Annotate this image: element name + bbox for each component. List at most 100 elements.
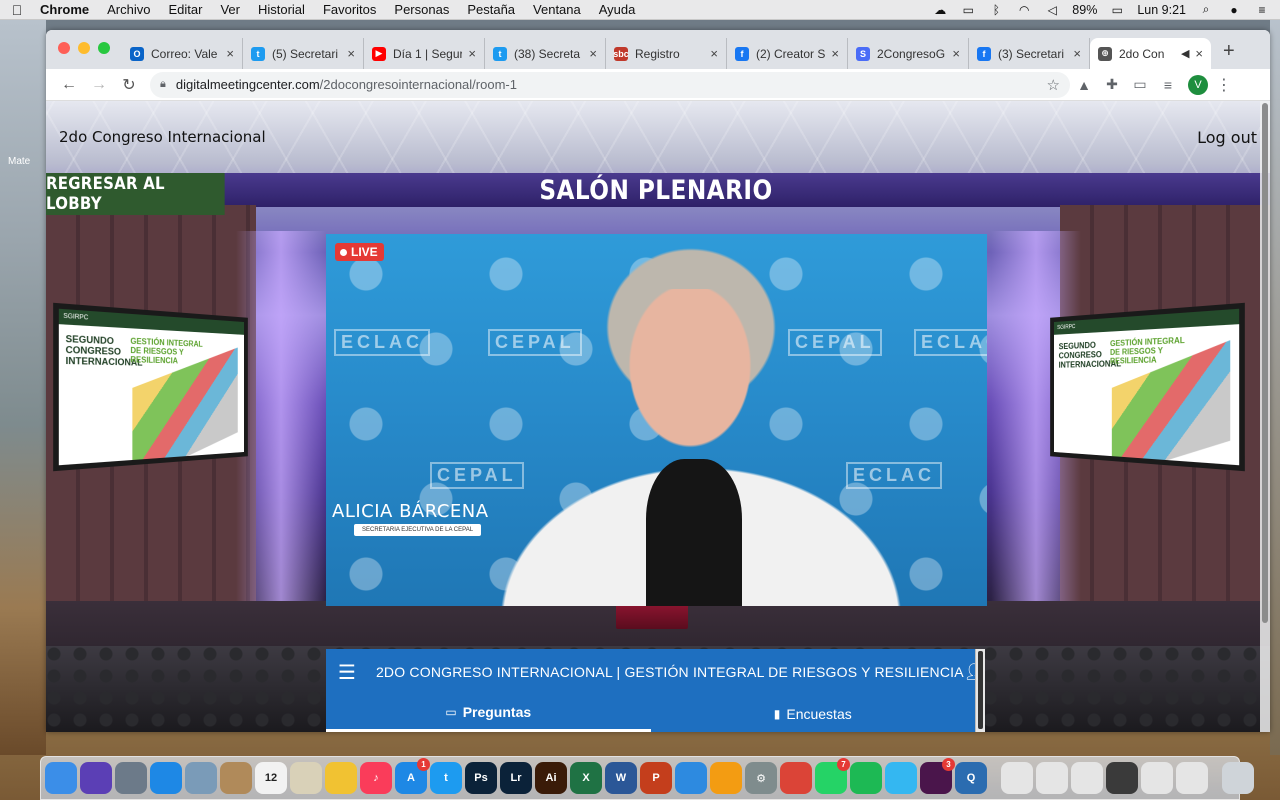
dock-excel-icon[interactable]: X <box>570 762 602 794</box>
dock-whatsapp-icon[interactable]: 7 <box>815 758 850 794</box>
dock-tunes-app-icon[interactable] <box>710 762 742 794</box>
dock-safari-icon[interactable] <box>150 762 182 794</box>
dock-notes-archive-icon[interactable] <box>220 762 252 794</box>
volume-icon[interactable]: ◁ <box>1044 3 1060 17</box>
dock-keynote-icon[interactable] <box>675 762 707 794</box>
apple-icon[interactable]:  <box>10 2 24 18</box>
tab-close-icon[interactable]: × <box>347 46 355 61</box>
dock-messages-icon[interactable] <box>885 762 917 794</box>
browser-tab[interactable]: t (38) Secreta × <box>485 38 606 69</box>
dock-music-icon[interactable]: ♪ <box>360 762 392 794</box>
desktop-icon-label[interactable]: Mate <box>8 156 30 167</box>
bookmark-star-icon[interactable]: ☆ <box>1047 76 1060 94</box>
browser-tab[interactable]: S 2CongresoG × <box>848 38 969 69</box>
browser-tab[interactable]: ▶ Día 1 | Segur × <box>364 38 485 69</box>
dock-lightroom-icon[interactable]: Lr <box>500 762 532 794</box>
forward-button[interactable]: → <box>84 76 114 94</box>
dock-app-store-icon[interactable]: A1 <box>395 758 430 794</box>
address-bar[interactable]: 🔒︎ digitalmeetingcenter.com/2docongresoi… <box>150 71 1070 98</box>
browser-tab[interactable]: f (2) Creator S × <box>727 38 848 69</box>
menu-editar[interactable]: Editar <box>168 2 202 17</box>
reload-button[interactable]: ↻ <box>114 75 144 95</box>
dock-files-1-icon[interactable] <box>1001 762 1033 794</box>
notification-center-icon[interactable]: ≡ <box>1254 3 1270 17</box>
profile-avatar[interactable]: V <box>1188 74 1208 95</box>
tab-close-icon[interactable]: × <box>589 46 597 61</box>
drive-extension-icon[interactable]: ▲ <box>1070 77 1098 93</box>
menu-ayuda[interactable]: Ayuda <box>599 2 636 17</box>
dock-spotify-icon[interactable] <box>850 762 882 794</box>
hamburger-menu-icon[interactable]: ☰ <box>338 660 356 685</box>
tab-close-icon[interactable]: × <box>710 46 718 61</box>
wifi-icon[interactable]: ◠ <box>1016 3 1032 17</box>
dock-contacts-icon[interactable] <box>290 762 322 794</box>
menu-personas[interactable]: Personas <box>394 2 449 17</box>
page-scrollbar[interactable] <box>1260 101 1270 732</box>
reading-list-icon[interactable]: ≡ <box>1154 77 1182 93</box>
battery-icon[interactable]: ▭ <box>1109 3 1125 17</box>
dock-calendar-icon[interactable]: 12 <box>255 762 287 794</box>
tab-close-icon[interactable]: × <box>831 46 839 61</box>
tab-close-icon[interactable]: × <box>1073 46 1081 61</box>
menu-clock[interactable]: Lun 9:21 <box>1137 3 1186 17</box>
fullscreen-window-button[interactable] <box>98 42 110 54</box>
dock-chrome-icon[interactable] <box>780 762 812 794</box>
site-title[interactable]: 2do Congreso Internacional <box>59 128 266 146</box>
dock-files-2-icon[interactable] <box>1036 762 1068 794</box>
back-to-lobby-button[interactable]: REGRESAR AL LOBBY <box>46 173 225 215</box>
browser-tab[interactable]: O Correo: Vale × <box>122 38 243 69</box>
dock-twitter-icon[interactable]: t <box>430 762 462 794</box>
dock-files-6-icon[interactable] <box>1176 762 1208 794</box>
cast-icon[interactable]: ▭ <box>1126 76 1154 93</box>
panel-scrollbar[interactable] <box>975 649 985 732</box>
dock-siri-icon[interactable] <box>80 762 112 794</box>
dock-files-5-icon[interactable] <box>1141 762 1173 794</box>
lock-icon[interactable]: 🔒︎ <box>160 78 166 91</box>
live-video-player[interactable]: ECLAC CEPAL CEPAL ECLAC CEPAL ECLAC LIVE… <box>326 234 987 606</box>
new-tab-button[interactable]: + <box>1211 40 1247 69</box>
cloud-icon[interactable]: ☁ <box>932 3 948 17</box>
dock-finder-icon[interactable] <box>45 762 77 794</box>
back-button[interactable]: ← <box>54 76 84 94</box>
dock-illustrator-icon[interactable]: Ai <box>535 762 567 794</box>
menu-chrome[interactable]: Chrome <box>40 2 89 17</box>
chrome-menu-icon[interactable]: ⋮ <box>1214 75 1234 95</box>
browser-tab[interactable]: ⊕ 2do Con ◀ × <box>1090 38 1211 69</box>
menu-historial[interactable]: Historial <box>258 2 305 17</box>
menu-archivo[interactable]: Archivo <box>107 2 150 17</box>
bluetooth-icon[interactable]: ᛒ <box>988 3 1004 17</box>
tab-preguntas[interactable]: ▭ Preguntas <box>326 695 651 732</box>
browser-tab[interactable]: t (5) Secretari × <box>243 38 364 69</box>
dock-photoshop-icon[interactable]: Ps <box>465 762 497 794</box>
menu-favoritos[interactable]: Favoritos <box>323 2 376 17</box>
dock-launchpad-icon[interactable] <box>115 762 147 794</box>
browser-tab[interactable]: sbc Registro × <box>606 38 727 69</box>
dock-system-preferences-icon[interactable]: ⚙ <box>745 762 777 794</box>
siri-icon[interactable]: ● <box>1226 3 1242 17</box>
airplay-icon[interactable]: ▭ <box>960 3 976 17</box>
minimize-window-button[interactable] <box>78 42 90 54</box>
spotlight-search-icon[interactable]: ⌕ <box>1198 2 1214 17</box>
battery-percent[interactable]: 89% <box>1072 3 1097 17</box>
tab-audio-icon[interactable]: ◀ <box>1181 47 1189 60</box>
tab-encuestas[interactable]: ▮ Encuestas <box>651 695 976 732</box>
close-window-button[interactable] <box>58 42 70 54</box>
dock-word-icon[interactable]: W <box>605 762 637 794</box>
dock-files-4-icon[interactable] <box>1106 762 1138 794</box>
dock-preview-icon[interactable] <box>185 762 217 794</box>
dock-slack-icon[interactable]: 3 <box>920 758 955 794</box>
extensions-puzzle-icon[interactable]: ✚ <box>1098 76 1126 93</box>
tab-close-icon[interactable]: × <box>468 46 476 61</box>
menu-ventana[interactable]: Ventana <box>533 2 581 17</box>
menu-ver[interactable]: Ver <box>220 2 240 17</box>
browser-tab[interactable]: f (3) Secretari × <box>969 38 1090 69</box>
logout-link[interactable]: Log out <box>1197 128 1257 147</box>
tab-close-icon[interactable]: × <box>226 46 234 61</box>
dock-photos-icon[interactable] <box>325 762 357 794</box>
dock-trash-icon[interactable] <box>1222 762 1254 794</box>
dock-powerpoint-icon[interactable]: P <box>640 762 672 794</box>
dock-files-3-icon[interactable] <box>1071 762 1103 794</box>
tab-close-icon[interactable]: × <box>1195 46 1203 61</box>
dock-quicktime-icon[interactable]: Q <box>955 762 987 794</box>
menu-pestana[interactable]: Pestaña <box>467 2 515 17</box>
